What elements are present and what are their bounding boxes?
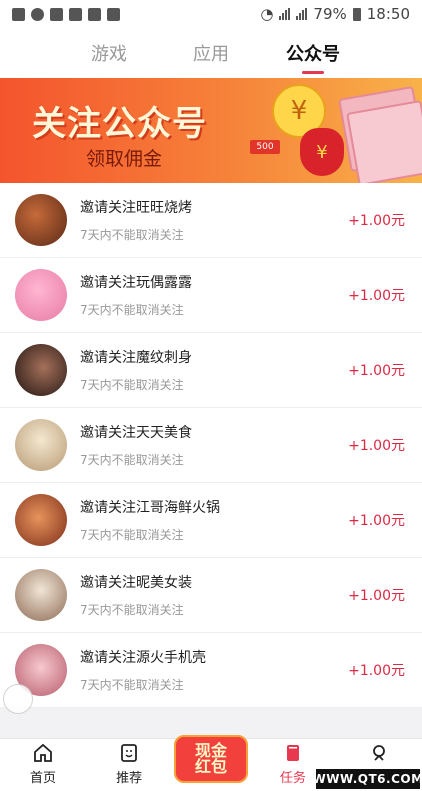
task-description: 7天内不能取消关注: [80, 228, 184, 242]
task-name: 邀请关注昵美女装: [80, 575, 192, 591]
task-reward: +1.00元: [348, 438, 405, 454]
task-avatar: [15, 569, 67, 621]
task-avatar: [15, 419, 67, 471]
tab-apps[interactable]: 应用: [160, 28, 262, 78]
task-row[interactable]: 邀请关注旺旺烧烤 7天内不能取消关注 +1.00元: [0, 183, 422, 258]
task-row[interactable]: 邀请关注昵美女装 7天内不能取消关注 +1.00元: [0, 558, 422, 633]
circle-notification-icon: [31, 7, 44, 21]
status-right-icons: ◔ 79% 18:50: [260, 5, 410, 23]
task-row[interactable]: 邀请关注源火手机壳 7天内不能取消关注 +1.00元: [0, 633, 422, 708]
task-avatar: [15, 494, 67, 546]
banner-subtitle: 领取佣金: [86, 148, 163, 170]
bag-icon: [50, 7, 63, 21]
task-list: 邀请关注旺旺烧烤 7天内不能取消关注 +1.00元 邀请关注玩偶露露 7天内不能…: [0, 183, 422, 708]
nav-recommend-label: 推荐: [116, 771, 143, 786]
task-reward: +1.00元: [348, 288, 405, 304]
task-name: 邀请关注玩偶露露: [80, 275, 192, 291]
task-row[interactable]: 邀请关注玩偶露露 7天内不能取消关注 +1.00元: [0, 258, 422, 333]
task-name: 邀请关注源火手机壳: [80, 650, 206, 666]
task-name: 邀请关注魔纹刺身: [80, 350, 192, 366]
battery-icon: [352, 7, 361, 21]
task-name: 邀请关注江哥海鲜火锅: [80, 500, 220, 516]
home-icon: [34, 743, 52, 762]
signal-icon: [279, 8, 291, 20]
nav-tasks-label: 任务: [279, 771, 306, 786]
task-description: 7天内不能取消关注: [80, 528, 184, 542]
task-name: 邀请关注旺旺烧烤: [80, 200, 192, 216]
square-icon: [69, 7, 82, 21]
task-description: 7天内不能取消关注: [80, 303, 184, 317]
task-row[interactable]: 邀请关注江哥海鲜火锅 7天内不能取消关注 +1.00元: [0, 483, 422, 558]
recommend-icon: [121, 744, 138, 762]
banner-title: 关注公众号: [32, 104, 207, 144]
cash-red-packet-button[interactable]: 现金 红包: [174, 735, 248, 783]
task-reward: +1.00元: [348, 363, 405, 379]
task-icon: [286, 745, 299, 761]
profile-icon: [373, 745, 385, 761]
task-description: 7天内不能取消关注: [80, 453, 184, 467]
coupon-badge: 500: [250, 140, 280, 154]
nav-recommend[interactable]: 推荐: [86, 739, 172, 791]
image-icon: [88, 7, 101, 21]
task-reward: +1.00元: [348, 588, 405, 604]
task-reward: +1.00元: [348, 663, 405, 679]
task-name: 邀请关注天天美食: [80, 425, 192, 441]
status-left-icons: [12, 7, 120, 21]
pulse-icon: [107, 7, 120, 21]
clock-time: 18:50: [366, 5, 410, 23]
battery-percentage: 79%: [313, 5, 347, 23]
nav-home[interactable]: 首页: [0, 739, 86, 791]
wifi-icon: ◔: [260, 5, 274, 23]
nav-home-label: 首页: [30, 771, 57, 786]
red-money-bag-icon: ¥: [300, 128, 344, 176]
task-avatar: [15, 194, 67, 246]
task-avatar: [15, 344, 67, 396]
task-description: 7天内不能取消关注: [80, 603, 184, 617]
task-reward: +1.00元: [348, 513, 405, 529]
red-packet-line2: 红包: [194, 757, 227, 776]
task-reward: +1.00元: [348, 213, 405, 229]
top-tabs: 游戏 应用 公众号: [0, 28, 422, 78]
promo-banner[interactable]: 关注公众号 领取佣金 ¥ ¥ 500: [0, 78, 422, 183]
notification-icon: [12, 7, 25, 21]
floating-assistive-button[interactable]: [3, 684, 33, 714]
task-description: 7天内不能取消关注: [80, 678, 184, 692]
tab-games[interactable]: 游戏: [58, 28, 160, 78]
task-row[interactable]: 邀请关注魔纹刺身 7天内不能取消关注 +1.00元: [0, 333, 422, 408]
site-watermark: WWW.QT6.COM: [312, 769, 422, 789]
signal-icon: [296, 8, 308, 20]
status-bar: ◔ 79% 18:50: [0, 0, 422, 28]
tab-official-accounts[interactable]: 公众号: [262, 28, 364, 78]
task-row[interactable]: 邀请关注天天美食 7天内不能取消关注 +1.00元: [0, 408, 422, 483]
task-description: 7天内不能取消关注: [80, 378, 184, 392]
cash-notes-icon: [346, 99, 422, 183]
task-avatar: [15, 269, 67, 321]
